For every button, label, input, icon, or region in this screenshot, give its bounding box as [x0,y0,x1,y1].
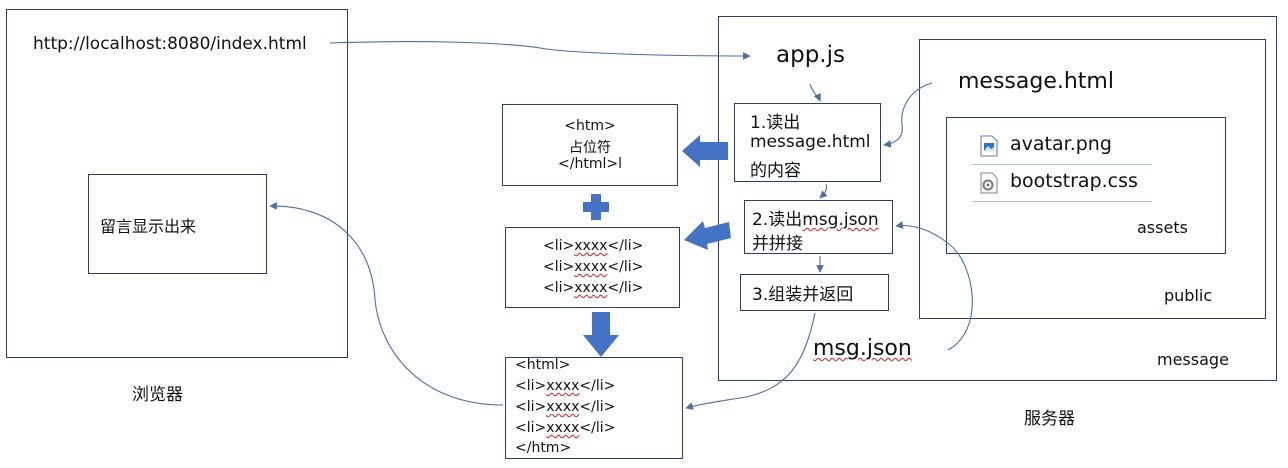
arrow-to-template [682,135,728,167]
msg-json-to-step2-connector [895,221,973,351]
response-to-browser-connector [269,202,504,406]
connector-layer [269,41,973,410]
message-html-to-step1-connector [883,82,933,148]
step3-to-output-connector [685,312,816,410]
plus-icon [583,194,609,220]
step1-to-step2-connector [819,183,828,199]
arrow-down-icon [583,312,619,357]
app-to-step1-connector [809,83,821,102]
arrow-to-list-items [684,221,731,250]
request-connector [329,41,751,60]
